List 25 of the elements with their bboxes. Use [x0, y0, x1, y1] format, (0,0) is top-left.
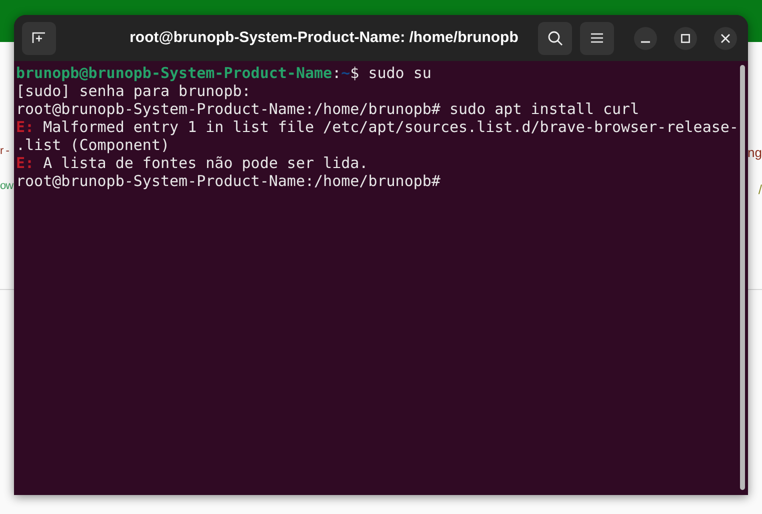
maximize-button[interactable]: [674, 26, 697, 50]
scrollbar[interactable]: [740, 65, 745, 490]
close-icon: [721, 34, 730, 42]
terminal-line: root@brunopb-System-Product-Name:/home/brunopb# sudo apt install curl: [16, 100, 640, 118]
new-tab-icon: [32, 32, 46, 44]
terminal-line: root@brunopb-System-Product-Name:/home/brunopb#: [16, 172, 440, 190]
maximize-icon: [681, 34, 690, 42]
text-fragment: /: [758, 183, 762, 196]
menu-icon: [591, 33, 603, 43]
close-button[interactable]: [714, 26, 737, 50]
terminal-line: brunopb@brunopb-System-Product-Name:~$ sudo su: [16, 64, 432, 82]
minimize-button[interactable]: [634, 26, 657, 50]
minimize-icon: [641, 40, 650, 42]
text-fragment: ow: [0, 181, 14, 192]
text-fragment: ng: [748, 146, 762, 159]
terminal-line: [sudo] senha para brunopb:: [16, 82, 251, 100]
terminal-line: .list (Component): [16, 136, 170, 154]
new-tab-button[interactable]: [22, 22, 56, 54]
terminal-line: E: A lista de fontes não pode ser lida.: [16, 154, 368, 172]
search-button[interactable]: [538, 22, 572, 54]
window-title: root@brunopb-System-Product-Name: /home/brunopb: [128, 28, 520, 48]
text-fragment: r -: [0, 146, 10, 157]
search-icon: [548, 30, 562, 46]
terminal-line: E: Malformed entry 1 in list file /etc/apt/sources.list.d/brave-browser-release-: [16, 118, 738, 136]
menu-button[interactable]: [580, 22, 614, 54]
